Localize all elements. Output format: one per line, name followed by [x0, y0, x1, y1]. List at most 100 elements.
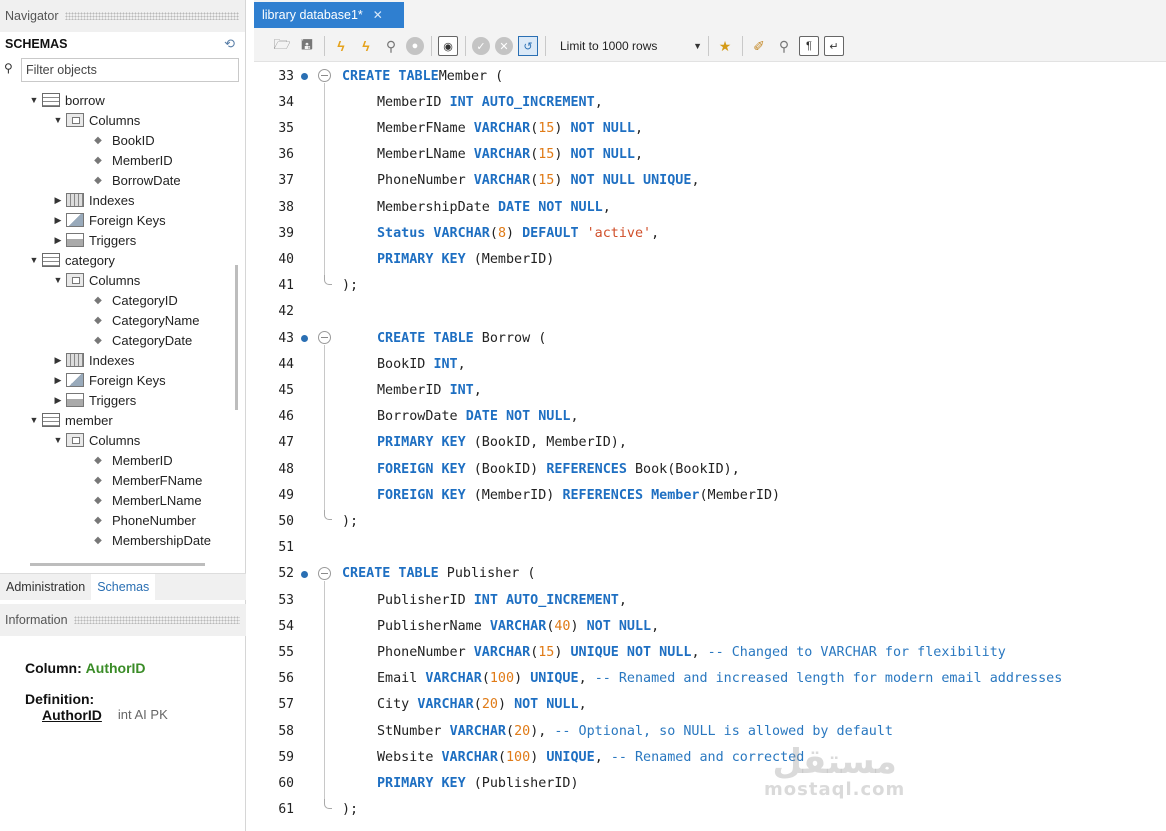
toolbar-separator — [431, 36, 432, 56]
tree-item[interactable]: ◆ MembershipDate — [0, 530, 228, 550]
code-line: 57 City VARCHAR(20) NOT NULL, — [254, 692, 1166, 718]
tree-item[interactable]: ◆ BookID — [0, 130, 228, 150]
add-snippet-icon[interactable]: ★ — [715, 36, 735, 56]
line-number: 60 — [278, 775, 294, 791]
stop-icon[interactable]: ● — [406, 37, 424, 55]
code-token: , — [578, 697, 587, 713]
code-token: -- Optional, so NULL is allowed by defau… — [554, 723, 893, 739]
collapsed-arrow-icon[interactable]: ▶ — [52, 235, 64, 246]
fold-toggle-icon[interactable] — [318, 566, 331, 580]
tree-item[interactable]: ▶ Indexes — [0, 190, 228, 210]
line-number: 49 — [278, 487, 294, 503]
tree-horizontal-scrollbar[interactable] — [30, 563, 205, 566]
collapsed-arrow-icon[interactable]: ▶ — [52, 395, 64, 406]
tree-item[interactable]: ▼ Columns — [0, 430, 228, 450]
tree-item[interactable]: ◆ MemberID — [0, 150, 228, 170]
expanded-arrow-icon[interactable]: ▼ — [28, 255, 40, 265]
code-token: MembershipDate — [377, 199, 498, 215]
fold-toggle-icon[interactable] — [318, 331, 331, 344]
invisible-chars-icon[interactable]: ¶ — [799, 36, 819, 56]
code-text: BorrowDate DATE NOT NULL, — [377, 409, 579, 424]
tree-item[interactable]: ▼ category — [0, 250, 228, 270]
tree-item[interactable]: ▶ Indexes — [0, 350, 228, 370]
tab-administration[interactable]: Administration — [0, 574, 91, 601]
code-line: 34 MemberID INT AUTO_INCREMENT, — [254, 89, 1166, 115]
panel-grip[interactable] — [64, 12, 239, 20]
tree-item[interactable]: ▼ Columns — [0, 110, 228, 130]
code-line: 47 PRIMARY KEY (BookID, MemberID), — [254, 430, 1166, 456]
tree-item[interactable]: ◆ CategoryName — [0, 310, 228, 330]
code-text: BookID INT, — [377, 357, 466, 372]
collapsed-arrow-icon[interactable]: ▶ — [52, 195, 64, 206]
fk-icon — [66, 373, 84, 387]
filter-objects-input[interactable] — [21, 58, 239, 82]
code-token: PRIMARY KEY — [377, 775, 466, 791]
tree-item[interactable]: ◆ MemberID — [0, 450, 228, 470]
code-token: , — [651, 618, 660, 634]
code-text: MemberID INT, — [377, 383, 482, 398]
tree-item[interactable]: ◆ MemberLName — [0, 490, 228, 510]
fold-toggle-icon[interactable] — [318, 69, 331, 82]
tree-item[interactable]: ▼ Columns — [0, 270, 228, 290]
line-number: 42 — [278, 304, 294, 320]
code-token: , — [635, 120, 644, 136]
code-token: UNIQUE — [546, 749, 595, 765]
limit-rows-select[interactable]: Limit to 1000 rows ▼ — [556, 35, 706, 57]
watermark-arabic: مستقل — [772, 742, 897, 782]
tree-vertical-scrollbar[interactable] — [235, 265, 238, 410]
explain-icon[interactable]: ⚲ — [381, 36, 401, 56]
save-icon[interactable]: 🖪 — [297, 36, 317, 56]
line-number: 39 — [278, 225, 294, 241]
tree-item[interactable]: ◆ PhoneNumber — [0, 510, 228, 530]
beautify-icon[interactable]: ✐ — [749, 36, 769, 56]
tree-item[interactable]: ▶ Foreign Keys — [0, 370, 228, 390]
tree-item[interactable]: ◆ BorrowDate — [0, 170, 228, 190]
tab-library-database1[interactable]: library database1* ✕ — [254, 2, 404, 28]
column-diamond-icon: ◆ — [94, 454, 102, 466]
open-folder-icon[interactable]: 🗁 — [272, 36, 292, 56]
code-token: City — [377, 697, 418, 713]
expanded-arrow-icon[interactable]: ▼ — [28, 95, 40, 105]
code-token: , — [618, 592, 627, 608]
code-token: ) — [506, 225, 523, 241]
code-token: VARCHAR — [473, 644, 531, 660]
execute-current-icon[interactable]: ϟ — [356, 36, 376, 56]
expanded-arrow-icon[interactable]: ▼ — [52, 275, 64, 285]
refresh-icon[interactable]: ⟲ — [224, 36, 235, 52]
code-editor[interactable]: 33 CREATE TABLEMember (34 MemberID INT AUT… — [254, 63, 1166, 831]
code-token: INT — [433, 356, 458, 372]
tree-item[interactable]: ▼ borrow — [0, 90, 228, 110]
expanded-arrow-icon[interactable]: ▼ — [28, 415, 40, 425]
word-wrap-icon[interactable]: ↵ — [824, 36, 844, 56]
tree-item[interactable]: ◆ CategoryDate — [0, 330, 228, 350]
schema-tree[interactable]: ▼ borrow ▼ Columns ◆ BookID ◆ MemberID ◆ BorrowDa… — [0, 90, 228, 550]
collapsed-arrow-icon[interactable]: ▶ — [52, 215, 64, 226]
commit-icon[interactable]: ✓ — [472, 37, 490, 55]
close-icon[interactable]: ✕ — [373, 8, 383, 22]
execute-icon[interactable]: ϟ — [331, 36, 351, 56]
trigger-icon — [66, 233, 84, 247]
code-token: ( — [481, 671, 490, 687]
line-number: 44 — [278, 356, 294, 372]
rollback-icon[interactable]: ✕ — [495, 37, 513, 55]
find-icon[interactable]: ⚲ — [774, 36, 794, 56]
navigator-header: Navigator — [0, 0, 245, 32]
tree-item[interactable]: ▶ Triggers — [0, 230, 228, 250]
code-line: 60 PRIMARY KEY (PublisherID) — [254, 770, 1166, 796]
expanded-arrow-icon[interactable]: ▼ — [52, 115, 64, 125]
toggle-continue-icon[interactable]: ◉ — [438, 36, 458, 56]
collapsed-arrow-icon[interactable]: ▶ — [52, 355, 64, 366]
code-token: INT AUTO_INCREMENT — [449, 94, 595, 110]
tree-item[interactable]: ▶ Triggers — [0, 390, 228, 410]
information-grip[interactable] — [73, 616, 240, 624]
tree-item[interactable]: ◆ CategoryID — [0, 290, 228, 310]
tree-item[interactable]: ▶ Foreign Keys — [0, 210, 228, 230]
autocommit-icon[interactable]: ↺ — [518, 36, 538, 56]
tree-item[interactable]: ▼ member — [0, 410, 228, 430]
expanded-arrow-icon[interactable]: ▼ — [52, 435, 64, 445]
tab-schemas[interactable]: Schemas — [91, 573, 156, 601]
collapsed-arrow-icon[interactable]: ▶ — [52, 375, 64, 386]
tree-item[interactable]: ◆ MemberFName — [0, 470, 228, 490]
code-text: FOREIGN KEY (BookID) REFERENCES Book(Boo… — [377, 462, 740, 477]
code-token: , — [578, 671, 595, 687]
